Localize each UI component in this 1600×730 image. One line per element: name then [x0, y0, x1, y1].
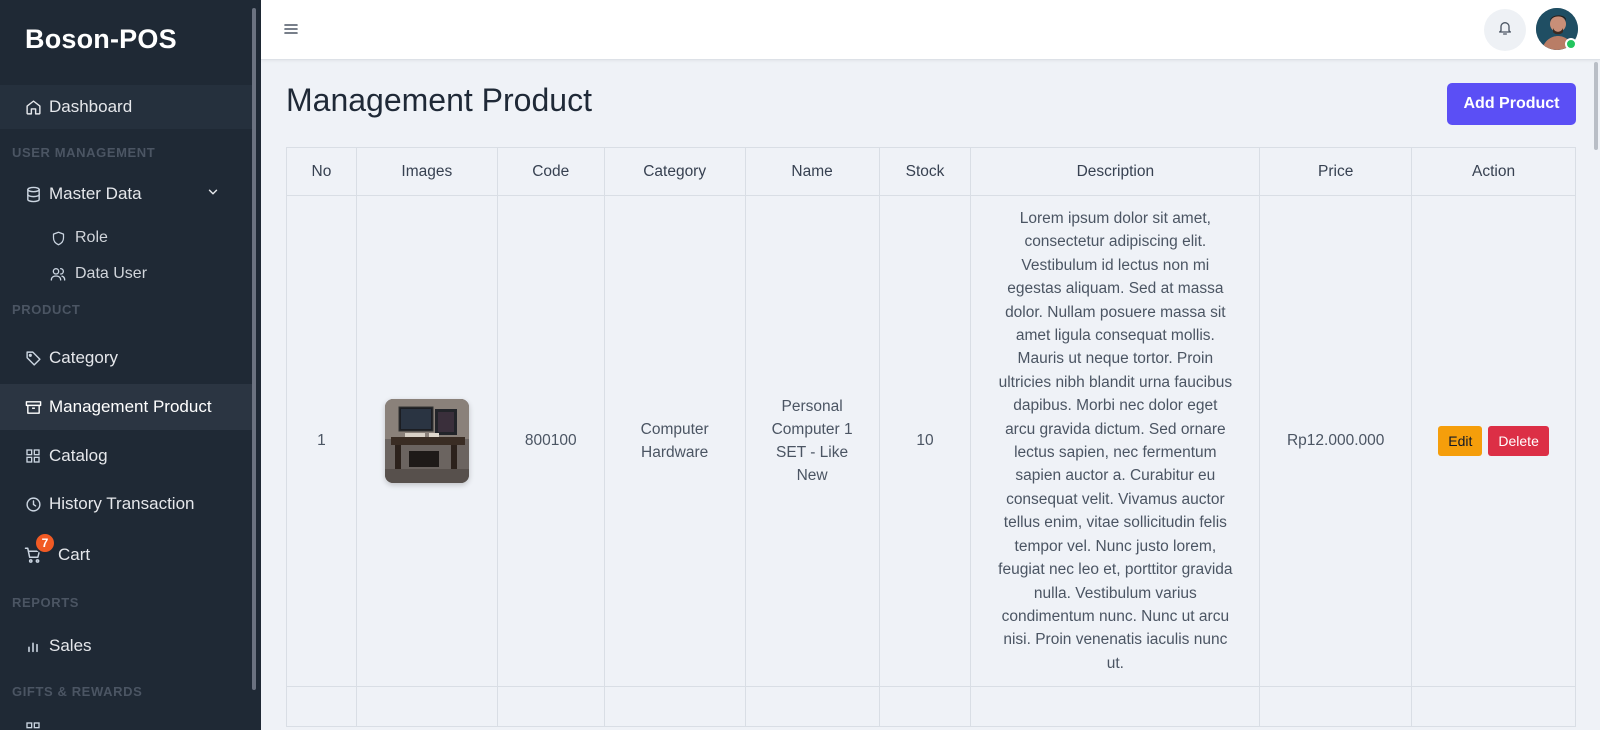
table-row: 1 800100 Computer Hardware Personal Comp…: [286, 194, 1576, 688]
delete-button[interactable]: Delete: [1488, 426, 1549, 457]
sidebar-scrollbar[interactable]: [252, 8, 256, 690]
table-header-row: No Images Code Category Name Stock Descr…: [286, 147, 1576, 196]
shield-icon: [50, 230, 66, 246]
section-gifts-rewards: GIFTS & REWARDS: [12, 684, 143, 699]
sidebar-item-data-user[interactable]: Data User: [0, 256, 256, 292]
sidebar-item-label: Master Data: [49, 184, 142, 203]
cell-name: Personal Computer 1 SET - Like New: [744, 194, 880, 688]
grid-icon: [24, 720, 42, 730]
column-header-price: Price: [1259, 147, 1413, 196]
add-product-button[interactable]: Add Product: [1447, 83, 1576, 125]
sidebar-item-sales[interactable]: Sales: [0, 624, 256, 668]
menu-icon[interactable]: [283, 21, 299, 37]
sidebar-item-category[interactable]: Category: [0, 336, 256, 380]
cell-description: Lorem ipsum dolor sit amet, consectetur …: [970, 194, 1261, 688]
sidebar-item-dashboard[interactable]: Dashboard: [0, 85, 256, 129]
users-icon: [50, 266, 66, 282]
sidebar: Boson-POS Dashboard USER MANAGEMENT Mast…: [0, 0, 261, 730]
sidebar-item-partial[interactable]: [0, 714, 256, 730]
sidebar-item-label: Data User: [75, 265, 148, 282]
sidebar-item-master-data[interactable]: Master Data: [0, 174, 256, 214]
database-icon: [24, 185, 42, 203]
column-header-name: Name: [744, 147, 880, 196]
column-header-code: Code: [496, 147, 605, 196]
notification-button[interactable]: [1484, 9, 1526, 51]
sidebar-item-catalog[interactable]: Catalog: [0, 434, 256, 478]
home-icon: [24, 98, 42, 116]
cell-code: 800100: [496, 194, 605, 688]
topbar: [261, 0, 1600, 60]
sidebar-item-management-product[interactable]: Management Product: [0, 384, 256, 430]
column-header-no: No: [286, 147, 357, 196]
section-product: PRODUCT: [12, 302, 81, 317]
archive-icon: [24, 398, 42, 416]
page-title: Management Product: [286, 82, 592, 118]
table-row: [286, 686, 1576, 728]
sidebar-item-label: Cart: [58, 545, 91, 564]
product-table: No Images Code Category Name Stock Descr…: [286, 147, 1576, 728]
tag-icon: [24, 349, 42, 367]
sidebar-item-label: Management Product: [49, 397, 212, 416]
sidebar-item-label: Role: [75, 229, 108, 246]
sidebar-item-role[interactable]: Role: [0, 220, 256, 256]
chevron-down-icon: [206, 184, 220, 204]
cell-image: [355, 194, 498, 688]
clock-icon: [24, 495, 42, 513]
bar-chart-icon: [24, 637, 42, 655]
cart-count-badge: 7: [34, 532, 56, 554]
section-user-management: USER MANAGEMENT: [12, 145, 156, 160]
product-thumbnail[interactable]: [384, 399, 469, 484]
grid-icon: [24, 447, 42, 465]
column-header-category: Category: [603, 147, 746, 196]
sidebar-item-history-transaction[interactable]: History Transaction: [0, 482, 256, 526]
sidebar-item-label: Dashboard: [49, 97, 133, 116]
column-header-description: Description: [970, 147, 1261, 196]
sidebar-item-label: Sales: [49, 636, 92, 655]
cell-stock: 10: [878, 194, 972, 688]
brand-logo-text[interactable]: Boson-POS: [25, 24, 177, 55]
bell-icon: [1497, 20, 1513, 41]
edit-button[interactable]: Edit: [1438, 426, 1483, 457]
column-header-action: Action: [1411, 147, 1576, 196]
sidebar-item-label: Category: [49, 348, 118, 367]
main-scrollbar[interactable]: [1594, 62, 1598, 150]
column-header-images: Images: [355, 147, 498, 196]
sidebar-item-label: History Transaction: [49, 494, 195, 513]
column-header-stock: Stock: [878, 147, 972, 196]
section-reports: REPORTS: [12, 595, 80, 610]
cell-price: Rp12.000.000: [1259, 194, 1413, 688]
cell-action: Edit Delete: [1411, 194, 1576, 688]
sidebar-item-label: Catalog: [49, 446, 108, 465]
online-status-dot: [1565, 38, 1577, 50]
cell-category: Computer Hardware: [603, 194, 746, 688]
cell-no: 1: [286, 194, 357, 688]
